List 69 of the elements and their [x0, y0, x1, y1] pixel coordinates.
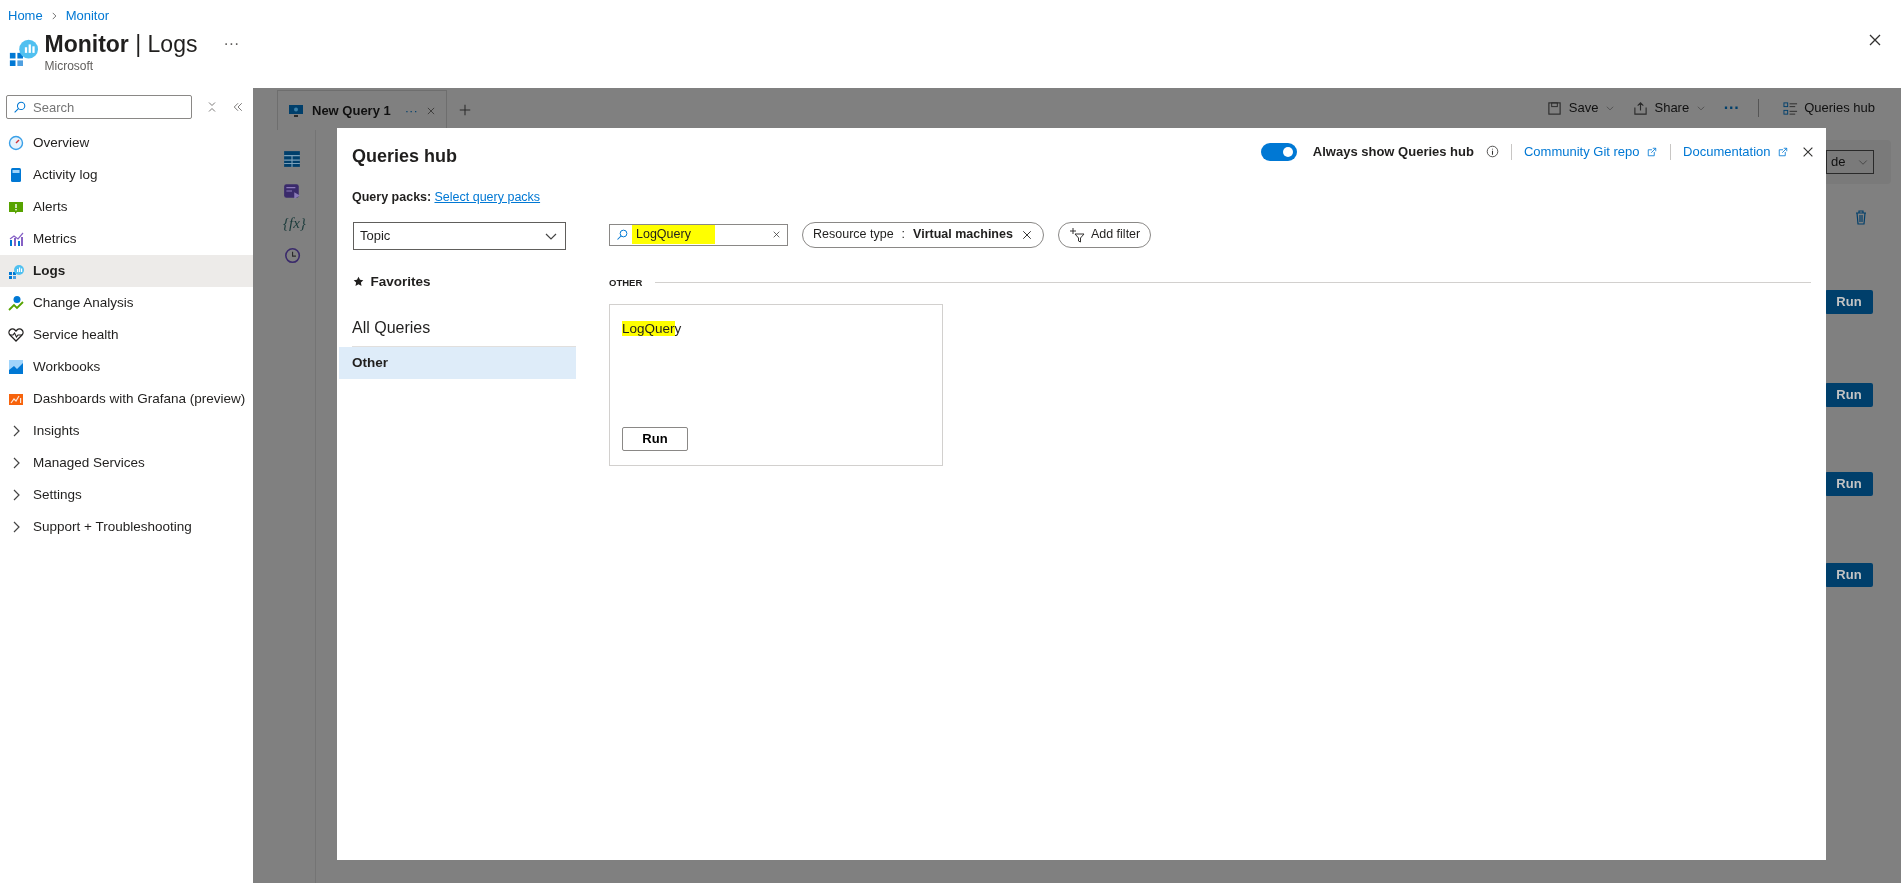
- chart-icon: [8, 231, 24, 247]
- caret-icon: [1695, 103, 1706, 113]
- favorites-item[interactable]: Favorites: [353, 271, 576, 292]
- sidebar-item[interactable]: Overview: [0, 127, 253, 159]
- info-icon[interactable]: [1485, 145, 1499, 159]
- toggle-switch[interactable]: [1260, 142, 1297, 161]
- table-icon[interactable]: [283, 150, 301, 168]
- dialog-title: Queries hub: [352, 145, 458, 168]
- gauge-icon: [8, 135, 24, 151]
- sidebar-item[interactable]: Workbooks: [0, 351, 253, 383]
- topic-dropdown[interactable]: Topic: [353, 221, 566, 250]
- caret-icon: [1605, 103, 1615, 113]
- heart-icon: [8, 327, 24, 343]
- select-link[interactable]: Select query packs: [434, 188, 541, 207]
- alert-icon: [8, 199, 24, 215]
- trash-icon[interactable]: [1853, 209, 1869, 225]
- search-field[interactable]: Search: [6, 95, 192, 119]
- toolbar-button[interactable]: Share: [1633, 98, 1706, 118]
- run-button[interactable]: Run: [1825, 383, 1873, 407]
- monitor-icon: [288, 102, 304, 119]
- sidebar-item[interactable]: Insights: [0, 415, 253, 447]
- page-subtitle: Microsoft: [44, 58, 95, 76]
- external-link[interactable]: Community Git repo: [1523, 142, 1659, 162]
- breadcrumb-link[interactable]: Home: [8, 6, 43, 26]
- field-label: Query packs:: [352, 189, 432, 206]
- area-chart-icon: [8, 359, 24, 375]
- run-button[interactable]: Run: [1825, 563, 1873, 587]
- breadcrumb-link[interactable]: Monitor: [65, 6, 110, 26]
- collapse-icon[interactable]: [232, 101, 244, 113]
- pin-graph-icon: [8, 295, 24, 311]
- share-icon: [1633, 100, 1648, 116]
- dropdown[interactable]: de: [1826, 150, 1874, 174]
- page-title: Monitor | Logs: [44, 32, 198, 58]
- sidebar-item[interactable]: Logs: [0, 255, 253, 287]
- sidebar-item[interactable]: Metrics: [0, 223, 253, 255]
- sidebar-item[interactable]: Settings: [0, 479, 253, 511]
- sidebar-item[interactable]: Alerts: [0, 191, 253, 223]
- remove-icon[interactable]: [1020, 228, 1033, 241]
- book-icon: [8, 167, 24, 183]
- list-icon: [1782, 100, 1798, 116]
- search-icon: [13, 101, 26, 114]
- video-icon[interactable]: [283, 182, 301, 200]
- toolbar-button[interactable]: Queries hub: [1782, 98, 1875, 118]
- category-item[interactable]: Other: [339, 347, 576, 379]
- sidebar-item[interactable]: Managed Services: [0, 447, 253, 479]
- history-icon[interactable]: [283, 246, 301, 264]
- run-button[interactable]: Run: [1825, 290, 1873, 314]
- sidebar-item[interactable]: Support + Troubleshooting: [0, 511, 253, 543]
- run-button[interactable]: Run: [622, 427, 688, 451]
- bar-chart-icon: [8, 391, 24, 407]
- add-filter-icon: [1068, 226, 1085, 243]
- search-icon: [616, 228, 628, 241]
- group-heading: OTHER: [609, 275, 643, 290]
- sidebar-item[interactable]: Service health: [0, 319, 253, 351]
- external-link-icon: [1646, 145, 1659, 158]
- logs-icon: [8, 263, 24, 279]
- close-icon[interactable]: [1867, 32, 1883, 48]
- sidebar-item[interactable]: Dashboards with Grafana (preview): [0, 383, 253, 415]
- more-button[interactable]: ···: [223, 32, 240, 56]
- external-link[interactable]: Documentation: [1683, 142, 1789, 162]
- sidebar-item[interactable]: Activity log: [0, 159, 253, 191]
- star-icon: [353, 276, 364, 288]
- run-button[interactable]: Run: [1825, 472, 1873, 496]
- external-link-icon: [1777, 145, 1789, 158]
- toolbar-button[interactable]: Save: [1547, 98, 1615, 118]
- save-icon: [1547, 100, 1563, 116]
- sidebar-item[interactable]: Change Analysis: [0, 287, 253, 319]
- toggle-label: Always show Queries hub: [1312, 143, 1474, 161]
- search-field[interactable]: LogQuery: [609, 223, 788, 246]
